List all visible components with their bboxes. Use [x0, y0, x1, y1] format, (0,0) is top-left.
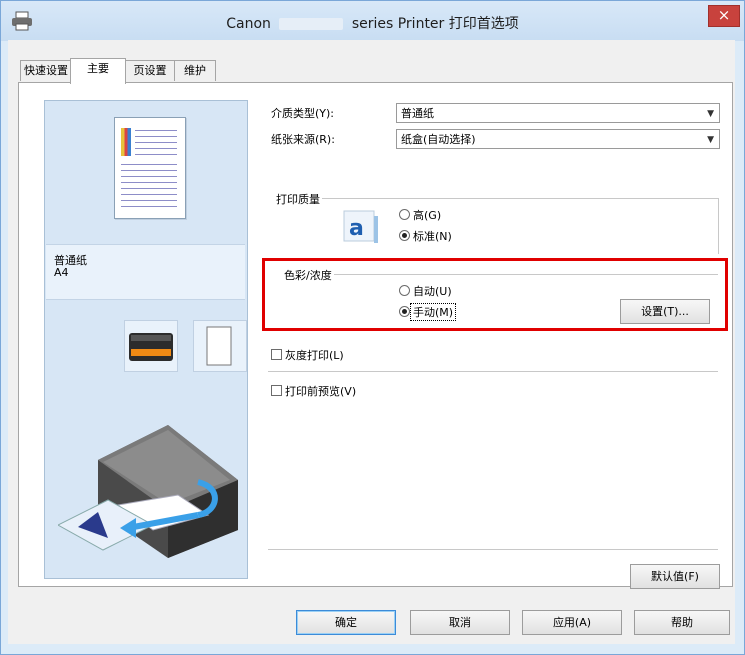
cassette-icon — [129, 333, 173, 361]
window-title: Canon series Printer 打印首选项 — [1, 13, 744, 33]
paper-source-label: 纸张来源(R): — [271, 133, 335, 146]
paper-source-select[interactable]: 纸盒(自动选择) ▼ — [396, 129, 720, 149]
media-type-value: 普通纸 — [401, 107, 434, 120]
tab-maintenance[interactable]: 维护 — [174, 60, 216, 81]
paper-source-value: 纸盒(自动选择) — [401, 133, 476, 146]
paper-preview — [114, 117, 186, 219]
chevron-down-icon: ▼ — [707, 109, 714, 119]
media-type-select[interactable]: 普通纸 ▼ — [396, 103, 720, 123]
title-suffix: series Printer 打印首选项 — [351, 16, 519, 32]
tab-page-setup[interactable]: 页设置 — [124, 60, 176, 81]
printer-illustration — [58, 425, 238, 558]
apply-button[interactable]: 应用(A) — [522, 610, 622, 635]
cancel-button[interactable]: 取消 — [410, 610, 510, 635]
grayscale-checkbox[interactable] — [271, 349, 282, 360]
quality-standard-radio[interactable] — [399, 230, 410, 241]
bottom-separator — [268, 549, 718, 550]
close-button[interactable]: × — [708, 5, 740, 27]
preview-before-print-checkbox[interactable] — [271, 385, 282, 396]
title-prefix: Canon — [226, 16, 271, 32]
quality-standard-label: 标准(N) — [413, 230, 452, 243]
paper-size-text: A4 — [54, 266, 69, 279]
portrait-page-icon — [206, 326, 232, 366]
preview-before-print-label: 打印前预览(V) — [285, 385, 357, 398]
redacted-model — [279, 18, 344, 30]
media-type-label: 介质类型(Y): — [271, 107, 335, 120]
ok-button[interactable]: 确定 — [296, 610, 396, 635]
quality-group-border-right — [718, 198, 719, 254]
title-bar[interactable]: Canon series Printer 打印首选项 × — [1, 1, 744, 41]
highlight-box — [262, 258, 728, 331]
quality-group-border — [322, 198, 718, 199]
help-button[interactable]: 帮助 — [634, 610, 730, 635]
chevron-down-icon: ▼ — [707, 135, 714, 145]
defaults-button[interactable]: 默认值(F) — [630, 564, 720, 589]
grayscale-label: 灰度打印(L) — [285, 349, 344, 362]
print-quality-icon: a — [343, 210, 378, 243]
print-quality-title: 打印质量 — [274, 191, 322, 207]
quality-high-label: 高(G) — [413, 209, 442, 222]
orientation-thumbnail — [193, 320, 247, 372]
tab-main[interactable]: 主要 — [70, 58, 126, 84]
tab-quick-setup[interactable]: 快速设置 — [20, 60, 72, 81]
separator-line — [268, 371, 718, 372]
paper-source-thumbnail — [124, 320, 178, 372]
quality-high-radio[interactable] — [399, 209, 410, 220]
svg-text:a: a — [349, 216, 364, 241]
